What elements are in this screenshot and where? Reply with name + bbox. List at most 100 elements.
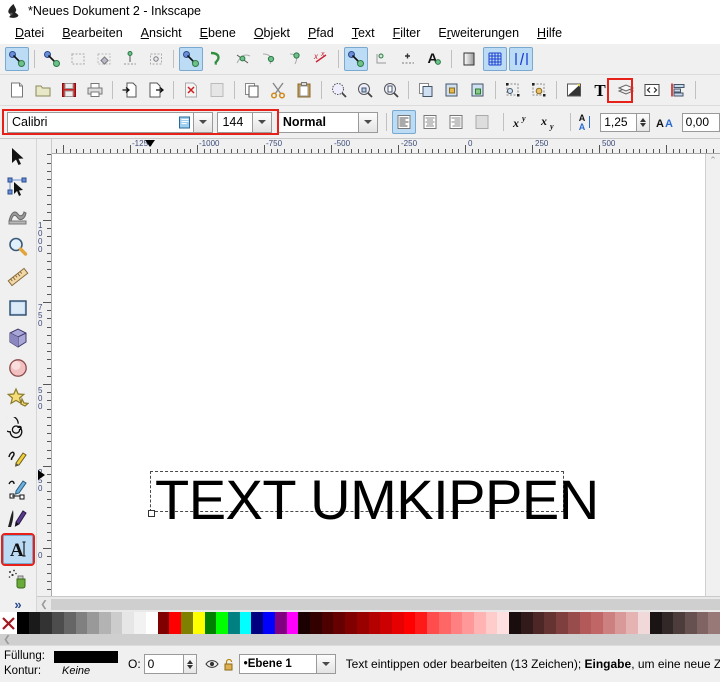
snap-text-baseline-icon[interactable]: A (422, 47, 446, 71)
zoom-tool[interactable] (3, 233, 33, 262)
letter-spacing-value[interactable] (683, 114, 719, 131)
export-icon[interactable] (144, 78, 168, 102)
palette-swatch[interactable] (556, 612, 568, 634)
palette-swatch[interactable] (650, 612, 662, 634)
palette-swatch[interactable] (521, 612, 533, 634)
zoom-drawing-icon[interactable] (353, 78, 377, 102)
palette-swatch[interactable] (474, 612, 486, 634)
duplicate-icon[interactable] (414, 78, 438, 102)
palette-swatch[interactable] (497, 612, 509, 634)
palette-swatch[interactable] (533, 612, 545, 634)
palette-swatch[interactable] (64, 612, 76, 634)
snap-path-intersection-icon[interactable] (231, 47, 255, 71)
zoom-selection-icon[interactable] (327, 78, 351, 102)
snap-bbox-center-icon[interactable] (144, 47, 168, 71)
drawing-canvas[interactable]: TEXT UMKIPPEN (52, 154, 705, 596)
snap-grid-icon[interactable] (483, 47, 507, 71)
snap-guide-icon[interactable] (509, 47, 533, 71)
palette-swatch[interactable] (205, 612, 217, 634)
palette-swatch[interactable] (40, 612, 52, 634)
line-spacing-input[interactable] (600, 113, 636, 132)
palette-swatch[interactable] (228, 612, 240, 634)
selector-tool[interactable] (3, 142, 33, 171)
palette-swatch[interactable] (263, 612, 275, 634)
letter-spacing-input[interactable] (682, 113, 720, 132)
palette-swatches[interactable] (17, 612, 720, 634)
pencil-tool[interactable] (3, 444, 33, 473)
paste-icon[interactable] (292, 78, 316, 102)
font-size-dropdown[interactable] (253, 112, 272, 133)
snap-midpoint-icon[interactable]: xx (309, 47, 333, 71)
palette-swatch[interactable] (146, 612, 158, 634)
object-to-path-icon[interactable] (501, 78, 525, 102)
fill-stroke-dialog-icon[interactable] (562, 78, 586, 102)
palette-swatch[interactable] (708, 612, 720, 634)
palette-swatch[interactable] (673, 612, 685, 634)
palette-swatch[interactable] (662, 612, 674, 634)
palette-swatch[interactable] (240, 612, 252, 634)
open-document-icon[interactable] (31, 78, 55, 102)
palette-swatch[interactable] (181, 612, 193, 634)
palette-swatch[interactable] (415, 612, 427, 634)
menu-item-ansicht[interactable]: Ansicht (132, 24, 191, 42)
align-right-icon[interactable] (444, 110, 468, 134)
tool-palette-overflow[interactable]: » (14, 597, 21, 612)
menu-item-filter[interactable]: Filter (384, 24, 430, 42)
snap-cusp-node-icon[interactable] (257, 47, 281, 71)
layer-name-box[interactable]: •Ebene 1 (239, 654, 317, 674)
palette-swatch[interactable] (568, 612, 580, 634)
opacity-value[interactable] (145, 655, 183, 673)
calligraphy-tool[interactable] (3, 504, 33, 533)
snap-bbox-corner-icon[interactable] (92, 47, 116, 71)
palette-swatch[interactable] (392, 612, 404, 634)
ellipse-tool[interactable] (3, 353, 33, 382)
font-style-value[interactable] (279, 113, 358, 132)
import-icon[interactable] (118, 78, 142, 102)
snap-nodes-paths-icon[interactable] (179, 47, 203, 71)
palette-swatch[interactable] (122, 612, 134, 634)
palette-swatch[interactable] (29, 612, 41, 634)
horizontal-scrollbar[interactable]: ❮ (37, 596, 720, 612)
fill-row[interactable]: Füllung: (4, 649, 118, 664)
snap-smooth-node-icon[interactable] (283, 47, 307, 71)
horizontal-ruler[interactable]: -1250-1000-750-500-2500250500 (52, 139, 720, 154)
snap-enable-icon[interactable] (5, 47, 29, 71)
opacity-stepper[interactable] (184, 654, 197, 674)
palette-swatch[interactable] (439, 612, 451, 634)
palette-swatch[interactable] (216, 612, 228, 634)
palette-swatch[interactable] (591, 612, 603, 634)
palette-swatch[interactable] (544, 612, 556, 634)
palette-swatch[interactable] (615, 612, 627, 634)
palette-swatch[interactable] (626, 612, 638, 634)
palette-swatch[interactable] (169, 612, 181, 634)
palette-swatch[interactable] (580, 612, 592, 634)
palette-swatch[interactable] (369, 612, 381, 634)
font-size-value[interactable] (218, 113, 251, 132)
text-anchor-handle[interactable] (148, 510, 155, 517)
unlock-icon[interactable] (222, 657, 237, 672)
bezier-tool[interactable] (3, 474, 33, 503)
zoom-page-icon[interactable] (379, 78, 403, 102)
text-dialog-icon[interactable]: T (588, 78, 612, 102)
palette-swatch[interactable] (76, 612, 88, 634)
line-spacing-value[interactable] (601, 114, 635, 131)
group-icon[interactable] (440, 78, 464, 102)
spray-tool[interactable] (3, 565, 33, 594)
font-list-icon[interactable] (176, 113, 193, 132)
palette-swatch[interactable] (251, 612, 263, 634)
menu-item-pfad[interactable]: Pfad (299, 24, 343, 42)
layer-dropdown[interactable] (317, 654, 336, 674)
3dbox-tool[interactable] (3, 323, 33, 352)
menu-item-text[interactable]: Text (343, 24, 384, 42)
text-tool[interactable]: A (3, 535, 33, 564)
palette-swatch[interactable] (451, 612, 463, 634)
save-document-icon[interactable] (57, 78, 81, 102)
scroll-left-arrow[interactable]: ❮ (37, 599, 51, 610)
stroke-row[interactable]: Kontur: Keine (4, 664, 118, 679)
snap-page-border-icon[interactable] (457, 47, 481, 71)
palette-swatch[interactable] (158, 612, 170, 634)
palette-swatch[interactable] (603, 612, 615, 634)
palette-swatch[interactable] (310, 612, 322, 634)
spiral-tool[interactable] (3, 414, 33, 443)
snap-object-midpoint-icon[interactable] (396, 47, 420, 71)
